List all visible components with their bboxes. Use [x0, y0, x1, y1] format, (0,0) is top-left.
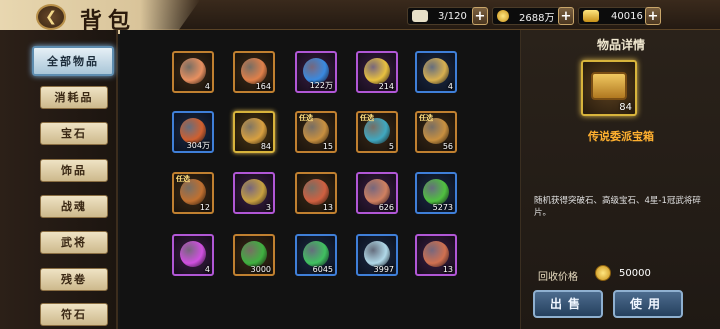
- item-count: 6045: [312, 265, 333, 274]
- green-gem-icon: [303, 241, 329, 267]
- item-count: 15: [322, 142, 333, 151]
- inventory-slot[interactable]: 164: [233, 51, 275, 93]
- inventory-slot[interactable]: 13: [415, 234, 457, 276]
- category-gems[interactable]: 宝石: [40, 122, 108, 145]
- item-count: 164: [255, 82, 271, 91]
- hay-bundle-icon: [241, 179, 267, 205]
- inventory-slot[interactable]: 6045: [295, 234, 337, 276]
- silver-value: 2688万: [519, 12, 555, 24]
- legend-chest-icon: [241, 118, 267, 144]
- peach-icon: [241, 58, 267, 84]
- item-count: 4: [204, 265, 210, 274]
- meat-bread-icon: [364, 179, 390, 205]
- dragon-chest-icon: [303, 179, 329, 205]
- silver-display: 2688万 +: [492, 7, 574, 25]
- inventory-slot[interactable]: 4: [172, 234, 214, 276]
- category-generals[interactable]: 武将: [40, 231, 108, 254]
- recycle-price-value: 50000: [619, 268, 651, 279]
- category-runestones[interactable]: 符石: [40, 303, 108, 326]
- use-button[interactable]: 使用: [613, 290, 683, 318]
- inventory-slot[interactable]: 122万: [295, 51, 337, 93]
- item-count: 122万: [309, 81, 333, 90]
- gold-display: 40016 +: [578, 7, 661, 25]
- inventory-slot[interactable]: 5273: [415, 172, 457, 214]
- paw-medal-icon: [241, 241, 267, 267]
- item-count: 84: [260, 142, 271, 151]
- gold-ingot-icon: [583, 10, 599, 22]
- selectable-tag: 任选: [299, 114, 313, 122]
- silver-coin-icon: [497, 10, 509, 22]
- top-bar: ❮ 背包 3/120 + 2688万 + 40016 +: [0, 0, 720, 34]
- inventory-slot[interactable]: 84: [233, 111, 275, 153]
- inventory-slot[interactable]: 任选 5: [356, 111, 398, 153]
- item-count: 5: [388, 142, 394, 151]
- item-count: 4: [447, 82, 453, 91]
- item-count: 4: [204, 82, 210, 91]
- category-all[interactable]: 全部物品: [32, 46, 114, 76]
- item-name: 传说委派宝箱: [588, 130, 654, 143]
- hero-fragment-icon: [423, 241, 449, 267]
- legend-chest-icon: [591, 72, 627, 100]
- gold-coin-icon: [364, 58, 390, 84]
- back-arrow-icon: ❮: [45, 9, 57, 25]
- item-count: 3997: [373, 265, 394, 274]
- inventory-slot[interactable]: 3000: [233, 234, 275, 276]
- sell-button[interactable]: 出售: [533, 290, 603, 318]
- selectable-tag: 任选: [176, 175, 190, 183]
- gold-value: 40016: [611, 10, 643, 22]
- back-button[interactable]: ❮: [36, 4, 66, 30]
- selectable-tag: 任选: [419, 114, 433, 122]
- category-fragments[interactable]: 残卷: [40, 268, 108, 291]
- item-count: 3: [265, 203, 271, 212]
- inventory-slot[interactable]: 3: [233, 172, 275, 214]
- category-accessories[interactable]: 饰品: [40, 159, 108, 182]
- inventory-slot[interactable]: 4: [172, 51, 214, 93]
- detail-item-count: 84: [619, 102, 632, 113]
- inventory-slot[interactable]: 任选 15: [295, 111, 337, 153]
- item-count: 12: [199, 203, 210, 212]
- item-count: 3000: [250, 265, 271, 274]
- selectable-tag: 任选: [360, 114, 374, 122]
- detail-title: 物品详情: [596, 38, 645, 52]
- inventory-slot[interactable]: 4: [415, 51, 457, 93]
- purple-orb-icon: [180, 241, 206, 267]
- inventory-slot[interactable]: 304万: [172, 111, 214, 153]
- inventory-slot[interactable]: 214: [356, 51, 398, 93]
- category-sidebar: 全部物品 消耗品 宝石 饰品 战魂 武将 残卷 符石: [0, 30, 118, 329]
- add-capacity-button[interactable]: +: [472, 7, 488, 25]
- item-count: 5273: [432, 203, 453, 212]
- coin-icon: [595, 265, 611, 281]
- scroll-token-icon: [423, 58, 449, 84]
- category-war-souls[interactable]: 战魂: [40, 195, 108, 218]
- bag-icon: [412, 10, 428, 22]
- inventory-slot[interactable]: 626: [356, 172, 398, 214]
- item-count: 626: [378, 203, 394, 212]
- item-count: 304万: [186, 141, 210, 150]
- item-count: 214: [378, 82, 394, 91]
- crystal-egg-icon: [180, 58, 206, 84]
- white-crystal-icon: [364, 241, 390, 267]
- recycle-price-label: 回收价格: [538, 272, 578, 283]
- add-gold-button[interactable]: +: [645, 7, 661, 25]
- green-orb-icon: [423, 179, 449, 205]
- inventory-slot[interactable]: 任选 56: [415, 111, 457, 153]
- inventory-slot[interactable]: 13: [295, 172, 337, 214]
- add-silver-button[interactable]: +: [558, 7, 574, 25]
- item-count: 13: [322, 203, 333, 212]
- item-description: 随机获得突破石、高级宝石、4星-1冠武将碎片。: [534, 196, 701, 218]
- bag-capacity-display: 3/120 +: [407, 7, 488, 25]
- item-detail-panel: 物品详情 84 传说委派宝箱 随机获得突破石、高级宝石、4星-1冠武将碎片。 回…: [520, 30, 720, 329]
- item-count: 56: [442, 142, 453, 151]
- detail-item-slot: 84: [581, 60, 637, 116]
- inventory-slot[interactable]: 3997: [356, 234, 398, 276]
- category-consumables[interactable]: 消耗品: [40, 86, 108, 109]
- item-count: 13: [442, 265, 453, 274]
- bag-capacity-value: 3/120: [438, 10, 467, 22]
- inventory-slot[interactable]: 任选 12: [172, 172, 214, 214]
